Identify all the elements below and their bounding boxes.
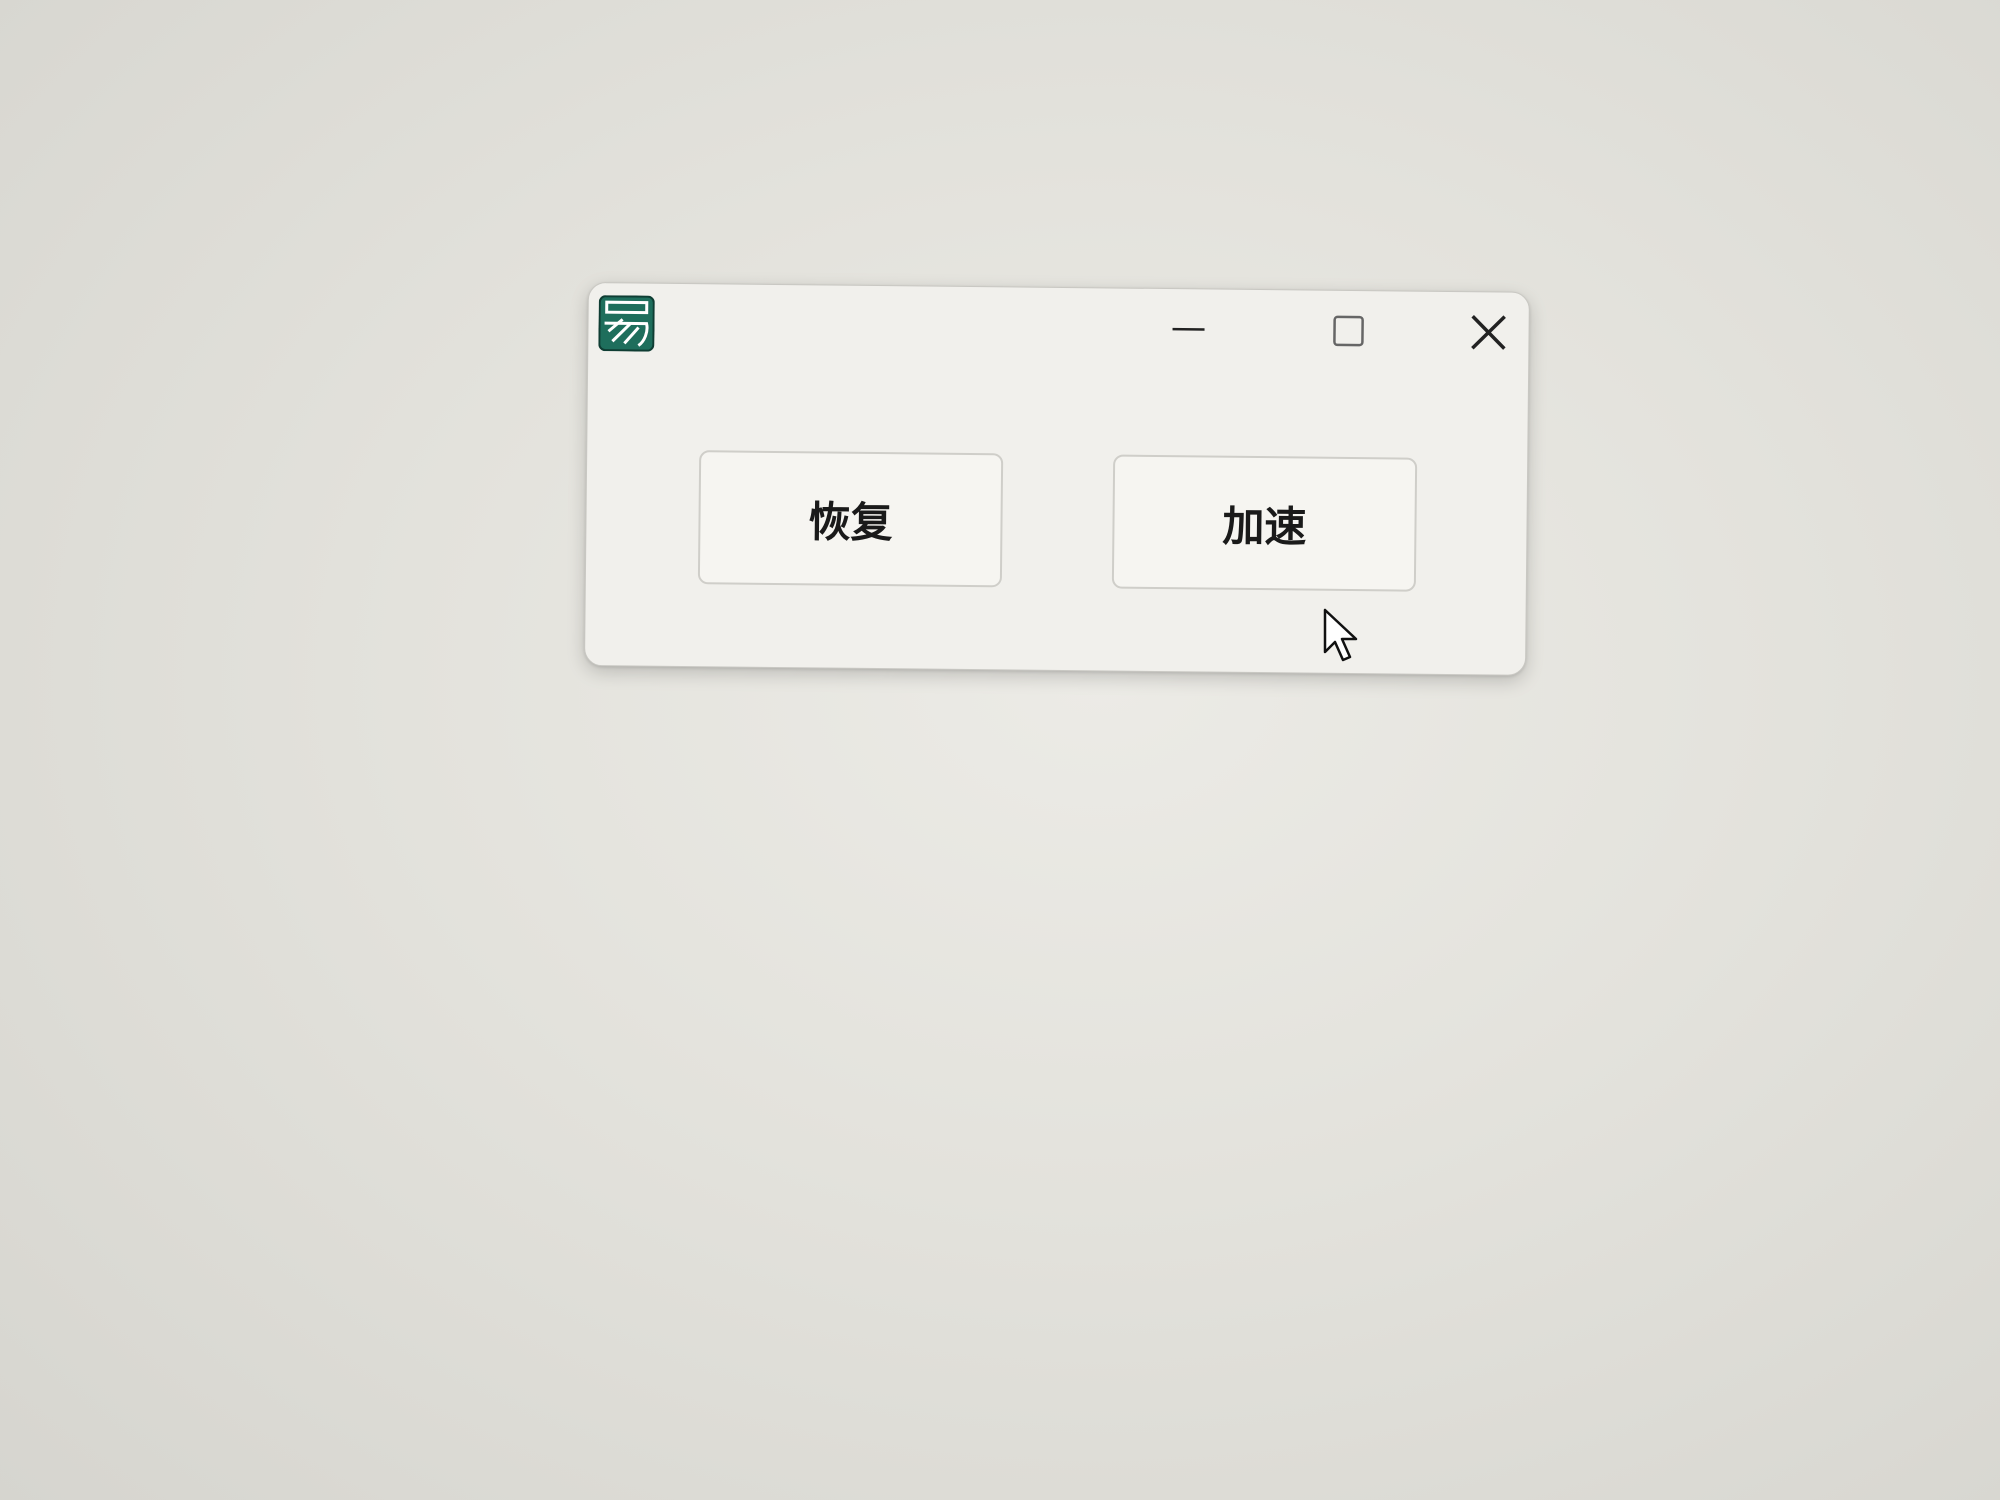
desktop: 恢复 加速 — [0, 0, 2000, 1500]
mouse-pointer-icon — [1322, 608, 1362, 664]
close-icon — [1471, 315, 1506, 350]
minimize-button[interactable] — [1128, 299, 1249, 360]
title-bar[interactable] — [588, 283, 1529, 373]
minimize-icon — [1172, 327, 1205, 331]
maximize-button[interactable] — [1288, 300, 1409, 361]
speedup-button-label: 加速 — [1222, 501, 1307, 552]
app-window: 恢复 加速 — [583, 282, 1530, 676]
app-logo-icon — [598, 295, 655, 352]
restore-button-label: 恢复 — [808, 496, 893, 547]
maximize-icon — [1333, 315, 1364, 347]
restore-button[interactable]: 恢复 — [697, 450, 1004, 588]
speedup-button[interactable]: 加速 — [1111, 454, 1418, 592]
close-button[interactable] — [1448, 302, 1529, 363]
